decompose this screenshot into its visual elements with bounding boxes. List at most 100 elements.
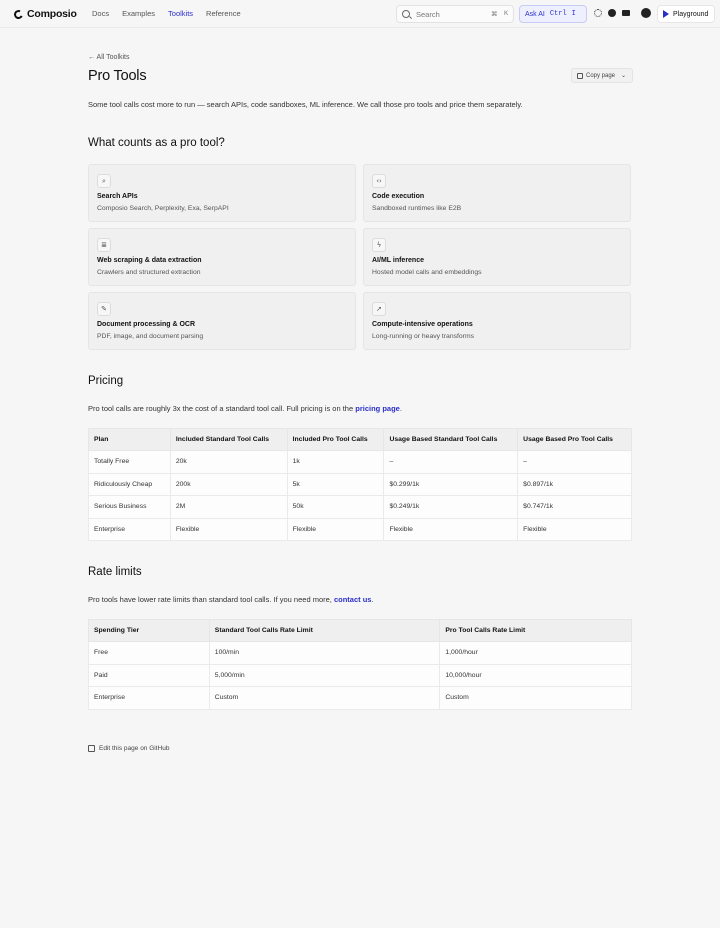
- composio-logo[interactable]: Composio: [12, 8, 77, 20]
- table-cell: Flexible: [286, 517, 385, 541]
- copy-icon: [577, 72, 583, 79]
- table-row: Free 100/min 1,000/hour: [88, 641, 632, 665]
- pricing-page-link[interactable]: pricing page: [355, 404, 400, 413]
- search-placeholder: Search: [416, 9, 440, 19]
- card-description: Composio Search, Perplexity, Exa, SerpAP…: [97, 205, 229, 212]
- table-cell: 1k: [286, 450, 385, 474]
- page-title: Pro Tools: [88, 68, 147, 84]
- chevron-down-icon: ⌄: [621, 73, 627, 79]
- edit-icon: [88, 745, 95, 752]
- table-cell: Ridiculously Cheap: [88, 472, 171, 496]
- card-description: PDF, image, and document parsing: [97, 333, 204, 340]
- copy-page-button[interactable]: Copy page ⌄: [571, 68, 633, 83]
- table-cell: 5,000/min: [208, 663, 441, 687]
- table-cell: $0.747/1k: [517, 495, 632, 519]
- card-title: Compute-intensive operations: [372, 321, 473, 328]
- rocket-icon: ➚: [372, 302, 386, 316]
- intro-text: Some tool calls cost more to run — searc…: [88, 100, 523, 109]
- table-cell: –: [383, 450, 519, 474]
- table-row: Paid 5,000/min 10,000/hour: [88, 663, 632, 687]
- light-theme-icon[interactable]: [594, 9, 602, 17]
- card-description: Sandboxed runtimes like E2B: [372, 205, 462, 212]
- database-icon: ≣: [97, 238, 111, 252]
- table-cell: –: [517, 450, 632, 474]
- system-theme-icon[interactable]: [622, 10, 630, 16]
- column-header: Usage Based Standard Tool Calls: [383, 428, 519, 451]
- rate-limits-text: Pro tools have lower rate limits than st…: [88, 595, 374, 604]
- playground-button[interactable]: Playground: [657, 5, 715, 23]
- github-icon[interactable]: [641, 8, 651, 18]
- search-icon: ⌕: [97, 174, 111, 188]
- pro-tool-card: ➚ Compute-intensive operations Long-runnin…: [363, 292, 631, 350]
- column-header: Spending Tier: [88, 619, 210, 642]
- top-nav: Docs Examples Toolkits Reference: [92, 9, 241, 18]
- pricing-text-before: Pro tool calls are roughly 3x the cost o…: [88, 404, 356, 413]
- column-header: Pro Tool Calls Rate Limit: [439, 619, 632, 642]
- pricing-text: Pro tool calls are roughly 3x the cost o…: [88, 404, 402, 413]
- nav-link-reference[interactable]: Reference: [206, 9, 241, 18]
- code-icon: ‹›: [372, 174, 386, 188]
- pricing-text-after: .: [399, 404, 402, 413]
- table-cell: Enterprise: [88, 517, 171, 541]
- column-header: Plan: [88, 428, 171, 451]
- search-input[interactable]: Search ⌘ K: [396, 5, 514, 23]
- table-cell: 20k: [169, 450, 288, 474]
- dark-theme-icon[interactable]: [608, 9, 616, 17]
- nav-link-docs[interactable]: Docs: [92, 9, 109, 18]
- table-cell: $0.897/1k: [517, 472, 632, 496]
- edit-on-github-link[interactable]: Edit this page on GitHub: [88, 745, 169, 752]
- table-cell: 200k: [169, 472, 288, 496]
- card-title: Code execution: [372, 193, 425, 200]
- card-description: Crawlers and structured extraction: [97, 269, 201, 276]
- table-row: Enterprise Custom Custom: [88, 686, 632, 710]
- table-cell: Enterprise: [88, 686, 210, 710]
- card-title: Document processing & OCR: [97, 321, 196, 328]
- ask-ai-button[interactable]: Ask AI Ctrl I: [519, 5, 587, 23]
- pricing-table: Plan Included Standard Tool Calls Included…: [88, 428, 632, 541]
- breadcrumb-all-toolkits[interactable]: ← All Toolkits: [88, 54, 130, 61]
- brand-name: Composio: [27, 8, 77, 20]
- section-heading-rate-limits: Rate limits: [88, 566, 142, 578]
- theme-switcher: [594, 9, 630, 17]
- column-header: Included Pro Tool Calls: [286, 428, 385, 451]
- edit-on-github-label: Edit this page on GitHub: [99, 745, 170, 752]
- table-header-row: Plan Included Standard Tool Calls Included…: [88, 428, 632, 451]
- card-description: Hosted model calls and embeddings: [372, 269, 482, 276]
- table-cell: Custom: [208, 686, 441, 710]
- search-shortcut-k: K: [504, 10, 509, 17]
- table-cell: $0.249/1k: [383, 495, 519, 519]
- table-row: Serious Business 2M 50k $0.249/1k $0.747/1k: [88, 495, 632, 519]
- rate-limits-table: Spending Tier Standard Tool Calls Rate Li…: [88, 619, 632, 710]
- composio-logo-icon: [12, 8, 25, 20]
- rate-limits-text-before: Pro tools have lower rate limits than st…: [88, 595, 334, 604]
- table-cell: Flexible: [169, 517, 288, 541]
- wrench-icon: ✎: [97, 302, 111, 316]
- card-title: Web scraping & data extraction: [97, 257, 202, 264]
- top-header: Composio Docs Examples Toolkits Reference S…: [0, 0, 720, 28]
- nav-link-toolkits[interactable]: Toolkits: [168, 9, 193, 18]
- card-title: Search APIs: [97, 193, 138, 200]
- copy-page-label: Copy page: [586, 72, 616, 79]
- table-cell: 1,000/hour: [439, 641, 632, 665]
- column-header: Standard Tool Calls Rate Limit: [208, 619, 441, 642]
- ask-ai-label: Ask AI: [525, 10, 545, 18]
- pro-tool-card: ✎ Document processing & OCR PDF, image, an…: [88, 292, 356, 350]
- pro-tool-card: ‹› Code execution Sandboxed runtimes like …: [363, 164, 631, 222]
- table-cell: Serious Business: [88, 495, 171, 519]
- table-row: Enterprise Flexible Flexible Flexible Flexib…: [88, 517, 632, 541]
- contact-us-link[interactable]: contact us: [334, 595, 372, 604]
- table-cell: Custom: [439, 686, 632, 710]
- nav-link-examples[interactable]: Examples: [122, 9, 155, 18]
- play-icon: [663, 10, 669, 18]
- table-cell: Totally Free: [88, 450, 171, 474]
- section-heading-pro-tool: What counts as a pro tool?: [88, 137, 225, 149]
- table-cell: Paid: [88, 663, 210, 687]
- ask-ai-shortcut-i: I: [571, 10, 576, 18]
- card-description: Long-running or heavy transforms: [372, 333, 475, 340]
- search-shortcut-cmd: ⌘: [491, 11, 498, 18]
- table-cell: 100/min: [208, 641, 441, 665]
- card-title: AI/ML inference: [372, 257, 424, 264]
- column-header: Usage Based Pro Tool Calls: [517, 428, 632, 451]
- table-cell: 5k: [286, 472, 385, 496]
- table-row: Ridiculously Cheap 200k 5k $0.299/1k $0.897/…: [88, 472, 632, 496]
